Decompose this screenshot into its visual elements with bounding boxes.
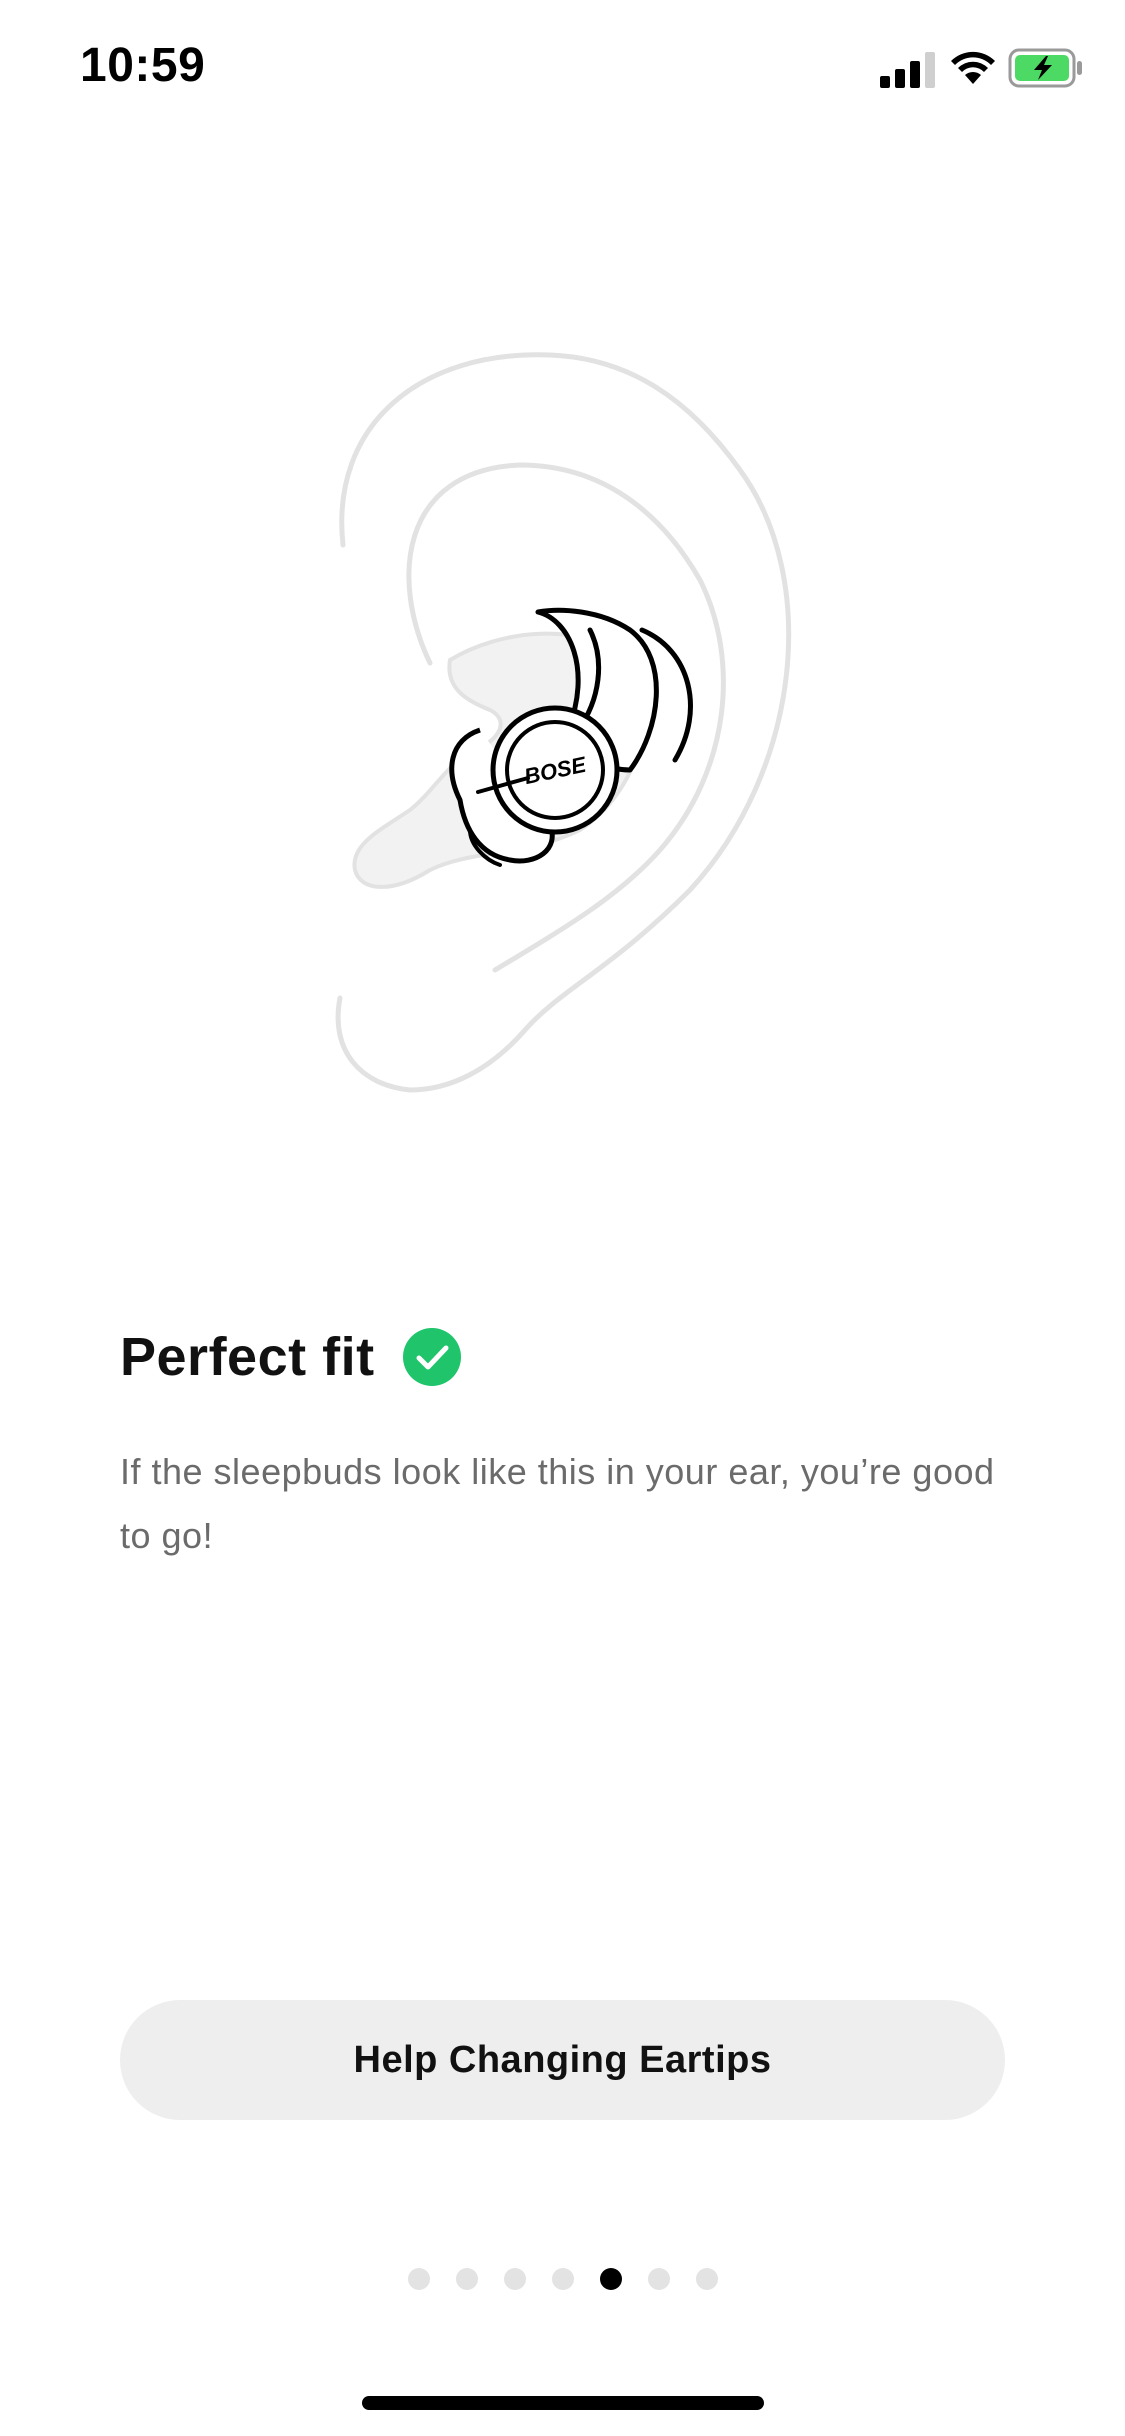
page-title: Perfect fit <box>120 1327 375 1387</box>
checkmark-circle-icon <box>402 1328 461 1386</box>
page-dot[interactable] <box>503 2268 526 2290</box>
ear-with-sleepbud-illustration: BOSE <box>335 352 792 1093</box>
page-indicator <box>0 2264 1125 2294</box>
wifi-icon <box>951 51 995 84</box>
battery-charging-icon <box>1008 48 1082 88</box>
page-dot[interactable] <box>695 2268 718 2290</box>
status-bar: 10:59 <box>0 0 1125 140</box>
page-dot-active[interactable] <box>599 2268 622 2290</box>
page-dot[interactable] <box>407 2268 430 2290</box>
help-changing-eartips-button[interactable]: Help Changing Eartips <box>120 2000 1005 2120</box>
home-indicator[interactable] <box>362 2396 764 2410</box>
page-dot[interactable] <box>551 2268 574 2290</box>
page-dot[interactable] <box>455 2268 478 2290</box>
status-time: 10:59 <box>80 39 206 92</box>
cellular-signal-icon <box>880 52 935 88</box>
fit-description: If the sleepbuds look like this in your … <box>120 1451 995 1556</box>
title-row: Perfect fit <box>120 1326 461 1388</box>
screen: 10:59 BOSE Perfect fit If the sleepbuds … <box>0 0 1125 2436</box>
page-dot[interactable] <box>647 2268 670 2290</box>
